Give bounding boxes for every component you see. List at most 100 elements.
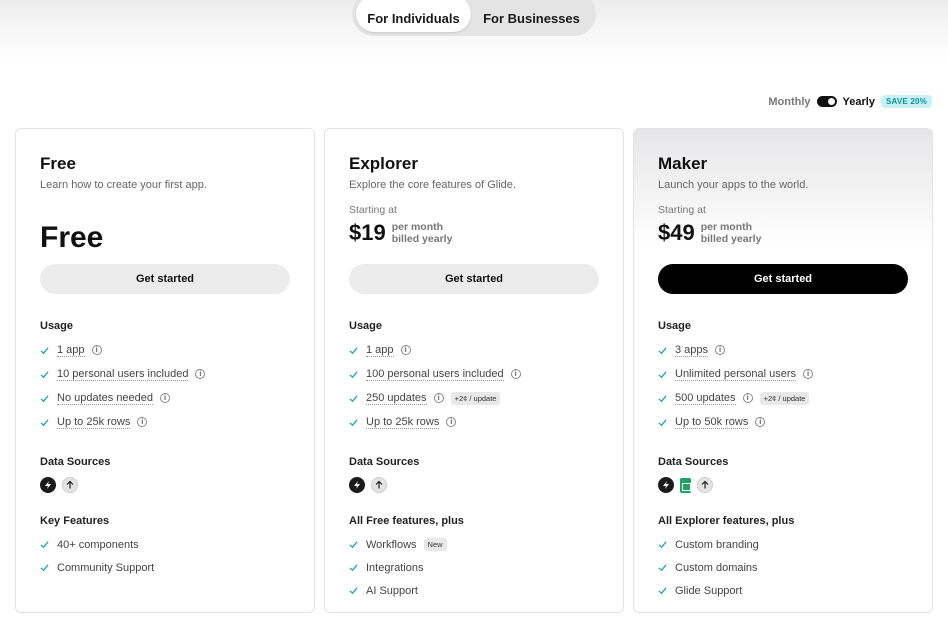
feature-text: Custom branding xyxy=(675,538,759,551)
feature-item: 40+ components xyxy=(40,533,290,556)
info-icon[interactable]: i xyxy=(195,369,206,379)
usage-item: 250 updates i +2¢ / update xyxy=(349,386,599,410)
tab-for-businesses[interactable]: For Businesses xyxy=(471,0,592,32)
usage-text[interactable]: Up to 25k rows xyxy=(57,416,131,429)
usage-item: 10 personal users included i xyxy=(40,362,290,386)
info-icon[interactable]: i xyxy=(803,369,814,379)
usage-item: Up to 25k rows i xyxy=(40,410,290,434)
feature-text: Integrations xyxy=(366,561,424,574)
usage-text[interactable]: Up to 50k rows xyxy=(675,416,749,429)
usage-text[interactable]: 1 app xyxy=(366,344,394,357)
get-started-button[interactable]: Get started xyxy=(349,264,599,294)
get-started-button[interactable]: Get started xyxy=(40,264,290,294)
data-sources xyxy=(349,476,599,494)
check-icon xyxy=(40,394,49,402)
plan-price: $49 xyxy=(658,220,695,245)
features-list: Workflows New Integrations AI Support xyxy=(349,533,599,602)
check-icon xyxy=(40,564,49,572)
tab-for-individuals[interactable]: For Individuals xyxy=(356,0,471,32)
plan-name: Free xyxy=(40,154,76,173)
usage-text[interactable]: 1 app xyxy=(57,344,85,357)
billing-monthly-label[interactable]: Monthly xyxy=(768,96,810,108)
usage-title: Usage xyxy=(658,320,692,332)
usage-text[interactable]: No updates needed xyxy=(57,392,154,405)
usage-item: Up to 50k rows i xyxy=(658,410,908,434)
upload-icon xyxy=(697,477,713,493)
features-title: All Free features, plus xyxy=(349,515,464,527)
price-block: Starting at $19 per month billed yearly xyxy=(349,204,599,264)
info-icon[interactable]: i xyxy=(755,417,766,427)
data-sources-title: Data Sources xyxy=(349,456,420,468)
billing-period-toggle[interactable] xyxy=(816,96,837,107)
feature-text: Glide Support xyxy=(675,584,743,597)
save-badge: SAVE 20% xyxy=(880,95,932,108)
usage-text[interactable]: 3 apps xyxy=(675,344,709,357)
usage-list: 1 app i 10 personal users included i No … xyxy=(40,338,290,434)
check-icon xyxy=(40,346,49,354)
usage-text[interactable]: 100 personal users included xyxy=(366,368,504,381)
new-badge: New xyxy=(423,538,447,551)
info-icon[interactable]: i xyxy=(137,417,148,427)
billing-period-selector: Monthly Yearly SAVE 20% xyxy=(768,95,932,108)
price-period-line: per month xyxy=(700,221,753,233)
usage-item: 3 apps i xyxy=(658,338,908,362)
price-period-line: billed yearly xyxy=(391,233,453,245)
usage-title: Usage xyxy=(40,320,74,332)
features-title: All Explorer features, plus xyxy=(658,515,795,527)
price-period: per month billed yearly xyxy=(392,220,453,245)
feature-item: Community Support xyxy=(40,556,290,579)
usage-text[interactable]: Unlimited personal users xyxy=(675,368,797,381)
usage-item: Unlimited personal users i xyxy=(658,362,908,386)
check-icon xyxy=(40,541,49,549)
upload-icon xyxy=(62,477,78,493)
google-sheets-icon xyxy=(680,477,691,493)
feature-item: Glide Support xyxy=(658,579,908,602)
plan-description: Launch your apps to the world. xyxy=(658,179,809,191)
info-icon[interactable]: i xyxy=(433,393,444,403)
check-icon xyxy=(658,346,667,354)
info-icon[interactable]: i xyxy=(510,369,521,379)
usage-text[interactable]: Up to 25k rows xyxy=(366,416,440,429)
price-period-line: billed yearly xyxy=(700,233,762,245)
check-icon xyxy=(349,564,358,572)
check-icon xyxy=(658,564,667,572)
billing-yearly-label[interactable]: Yearly xyxy=(843,96,875,108)
usage-item: 500 updates i +2¢ / update xyxy=(658,386,908,410)
plan-name: Explorer xyxy=(349,154,418,173)
check-icon xyxy=(658,370,667,378)
data-sources xyxy=(40,476,290,494)
usage-text[interactable]: 250 updates xyxy=(366,392,427,405)
usage-text[interactable]: 500 updates xyxy=(675,392,736,405)
feature-text: Community Support xyxy=(57,561,155,574)
info-icon[interactable]: i xyxy=(446,417,457,427)
upload-icon xyxy=(371,477,387,493)
usage-item: 1 app i xyxy=(349,338,599,362)
features-list: Custom branding Custom domains Glide Sup… xyxy=(658,533,908,602)
check-icon xyxy=(658,587,667,595)
price-block: Free xyxy=(40,204,290,264)
usage-item: Up to 25k rows i xyxy=(349,410,599,434)
usage-text[interactable]: 10 personal users included xyxy=(57,368,189,381)
feature-text: Custom domains xyxy=(675,561,758,574)
check-icon xyxy=(349,418,358,426)
price-per-update-tag: +2¢ / update xyxy=(450,391,501,405)
glide-icon xyxy=(658,477,674,493)
info-icon[interactable]: i xyxy=(160,393,171,403)
check-icon xyxy=(658,418,667,426)
features-title: Key Features xyxy=(40,515,110,527)
check-icon xyxy=(349,370,358,378)
info-icon[interactable]: i xyxy=(400,345,411,355)
price-period: per month billed yearly xyxy=(701,220,762,245)
usage-item: 100 personal users included i xyxy=(349,362,599,386)
plan-card-explorer: Explorer Explore the core features of Gl… xyxy=(324,128,624,613)
audience-switch: For Individuals For Businesses xyxy=(352,0,596,36)
feature-item: AI Support xyxy=(349,579,599,602)
usage-list: 3 apps i Unlimited personal users i 500 … xyxy=(658,338,908,434)
info-icon[interactable]: i xyxy=(715,345,726,355)
info-icon[interactable]: i xyxy=(742,393,753,403)
check-icon xyxy=(658,541,667,549)
get-started-button[interactable]: Get started xyxy=(658,264,908,294)
usage-item: No updates needed i xyxy=(40,386,290,410)
info-icon[interactable]: i xyxy=(91,345,102,355)
plan-description: Learn how to create your first app. xyxy=(40,179,207,191)
